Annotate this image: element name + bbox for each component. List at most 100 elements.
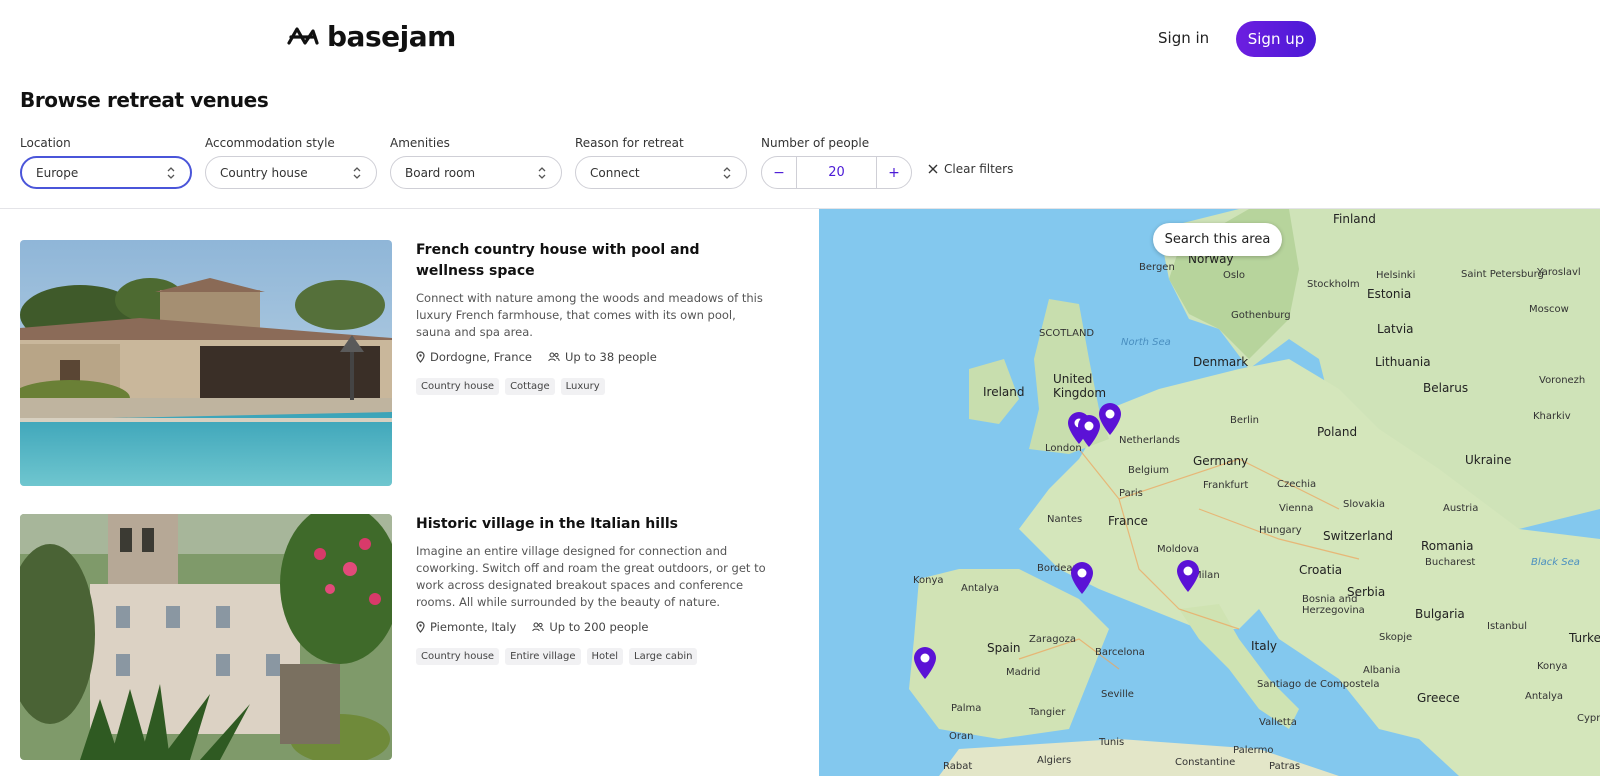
map-label-country: Albania — [1363, 665, 1401, 676]
reason-value: Connect — [590, 165, 640, 180]
listing-capacity: Up to 200 people — [532, 620, 649, 634]
map-label-country: Latvia — [1377, 322, 1414, 336]
map-label-city: Paris — [1119, 488, 1143, 499]
map-label-city: Oslo — [1223, 270, 1245, 281]
amenities-filter: Amenities Board room — [390, 136, 562, 189]
increase-people-button[interactable]: + — [877, 157, 911, 188]
map-pin-icon — [416, 351, 425, 363]
map-label-city: Kharkiv — [1533, 411, 1571, 422]
map-label-country: Finland — [1333, 212, 1376, 226]
map-label-city: Santiago de Compostela — [1257, 679, 1380, 690]
close-icon — [928, 164, 938, 174]
listing-card: French country house with pool and welln… — [416, 240, 766, 395]
listing-title[interactable]: Historic village in the Italian hills — [416, 514, 766, 535]
location-label: Location — [20, 136, 71, 150]
europe-map-background — [819, 209, 1600, 776]
chevron-up-down-icon — [723, 166, 731, 179]
clear-filters-button[interactable]: Clear filters — [928, 162, 1013, 176]
map-label-country: Moldova — [1157, 544, 1200, 555]
map-label-country: Netherlands — [1119, 435, 1180, 446]
brand-name: basejam — [327, 20, 456, 53]
map-label-country: Ireland — [983, 385, 1025, 399]
map-label-sea: Black Sea — [1531, 557, 1580, 568]
map-label-city: Moscow — [1529, 304, 1569, 315]
listing-card: Historic village in the Italian hills Im… — [416, 514, 766, 665]
amenities-select[interactable]: Board room — [390, 156, 562, 189]
location-filter: Location Europe — [20, 136, 192, 189]
listing-image[interactable] — [20, 240, 392, 486]
map-label-country: Italy — [1251, 639, 1278, 653]
map-label-city: Konya — [1537, 661, 1568, 672]
map-label-city: Tangier — [1029, 707, 1066, 718]
map-label-country: Hungary — [1259, 525, 1302, 536]
map-label-country: Lithuania — [1375, 355, 1431, 369]
map-label-city: Valletta — [1259, 717, 1297, 728]
reason-select[interactable]: Connect — [575, 156, 747, 189]
map-label-city: Oran — [949, 731, 974, 742]
chevron-up-down-icon — [538, 166, 546, 179]
map-label-city: Berlin — [1230, 415, 1260, 426]
people-label: Number of people — [761, 136, 870, 150]
map[interactable]: Finland Norway Bergen Oslo Stockholm Hel… — [819, 209, 1600, 776]
sign-in-link[interactable]: Sign in — [1158, 29, 1209, 47]
tag: Country house — [416, 648, 500, 665]
map-label-country: Slovakia — [1343, 499, 1385, 510]
map-label-country: SCOTLAND — [1039, 328, 1095, 339]
accommodation-select[interactable]: Country house — [205, 156, 377, 189]
tag: Country house — [416, 378, 500, 395]
listing-location-text: Piemonte, Italy — [430, 620, 517, 634]
amenities-label: Amenities — [390, 136, 450, 150]
map-label-city: Bergen — [1139, 262, 1175, 273]
map-label-city: Constantine — [1175, 757, 1236, 768]
listing-capacity-text: Up to 38 people — [564, 350, 657, 364]
map-label-sea: North Sea — [1121, 337, 1171, 348]
clear-filters-label: Clear filters — [944, 162, 1014, 176]
map-label-city: Palermo — [1233, 745, 1274, 756]
map-pin-marker[interactable] — [1069, 561, 1095, 595]
accommodation-label: Accommodation style — [205, 136, 335, 150]
sign-up-button[interactable]: Sign up — [1236, 21, 1316, 57]
listing-tags: Country house Cottage Luxury — [416, 378, 766, 395]
page-title: Browse retreat venues — [20, 88, 269, 112]
map-pin-marker[interactable] — [1175, 559, 1201, 593]
listing-title[interactable]: French country house with pool and welln… — [416, 240, 766, 282]
map-label-city: Gothenburg — [1231, 310, 1291, 321]
map-label-city: Antalya — [961, 583, 1000, 594]
logo[interactable]: basejam — [287, 20, 456, 53]
tag: Luxury — [560, 378, 605, 395]
people-count-input[interactable]: 20 — [796, 157, 877, 188]
map-label-country: Ukraine — [1465, 453, 1512, 467]
search-this-area-button[interactable]: Search this area — [1153, 223, 1282, 256]
map-label-country: Poland — [1317, 425, 1358, 439]
map-label-city: Bucharest — [1425, 557, 1476, 568]
map-label-country: Bulgaria — [1415, 607, 1465, 621]
map-label-country: Denmark — [1193, 355, 1249, 369]
map-label-city: Skopje — [1379, 632, 1413, 643]
listing-capacity: Up to 38 people — [548, 350, 657, 364]
map-label-city: Palma — [951, 703, 982, 714]
listing-capacity-text: Up to 200 people — [549, 620, 649, 634]
map-label-city: Algiers — [1037, 755, 1072, 766]
listing-description: Connect with nature among the woods and … — [416, 291, 763, 339]
reason-label: Reason for retreat — [575, 136, 684, 150]
accommodation-value: Country house — [220, 165, 308, 180]
map-pin-marker[interactable] — [1097, 402, 1123, 436]
tag: Large cabin — [629, 648, 698, 665]
decrease-people-button[interactable]: − — [762, 157, 796, 188]
logo-icon — [287, 26, 319, 45]
map-label-city: Stockholm — [1307, 279, 1360, 290]
listing-image[interactable] — [20, 514, 392, 760]
map-label-city: Tunis — [1099, 737, 1125, 748]
tag: Entire village — [505, 648, 581, 665]
map-label-country: Estonia — [1367, 287, 1412, 301]
map-label-country: Germany — [1193, 454, 1249, 468]
listing-location-text: Dordogne, France — [430, 350, 532, 364]
location-select[interactable]: Europe — [20, 156, 192, 189]
reason-filter: Reason for retreat Connect — [575, 136, 747, 189]
map-pin-marker[interactable] — [912, 646, 938, 680]
listing-description: Imagine an entire village designed for c… — [416, 544, 766, 609]
map-label-country: Switzerland — [1323, 529, 1393, 543]
map-label-country: France — [1108, 514, 1148, 528]
map-label-country: Belgium — [1128, 465, 1169, 476]
italian-village-photo — [20, 514, 392, 760]
